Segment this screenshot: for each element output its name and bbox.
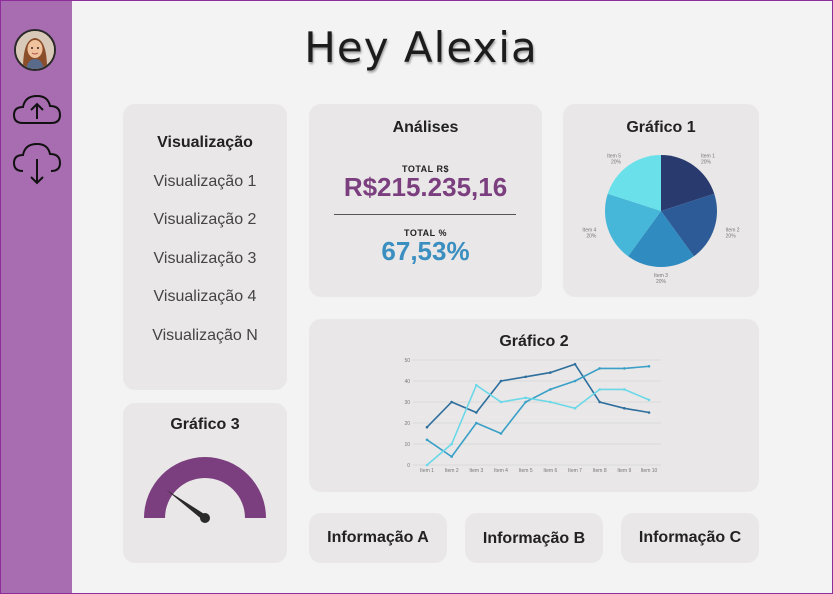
series-point — [573, 379, 577, 383]
series-point — [598, 400, 601, 404]
avatar-illustration — [16, 31, 54, 69]
series-point — [549, 371, 552, 374]
informacao-b-button[interactable]: Informação B — [465, 513, 603, 563]
x-tick-label: Item 7 — [568, 468, 582, 474]
series-point — [475, 411, 478, 414]
y-tick-label: 40 — [404, 379, 410, 385]
x-tick-label: Item 5 — [519, 468, 533, 474]
x-tick-label: Item 8 — [593, 468, 607, 474]
informacao-c-button[interactable]: Informação C — [621, 513, 759, 563]
series-line-3 — [426, 383, 650, 466]
cloud-upload-icon[interactable] — [11, 89, 63, 133]
series-point — [598, 367, 601, 370]
x-tick-label: Item 9 — [617, 468, 631, 474]
gauge-hub — [200, 513, 210, 523]
grafico3-gauge — [144, 457, 266, 523]
y-tick-label: 50 — [404, 358, 410, 364]
series-point — [623, 407, 626, 410]
y-tick-label: 20 — [404, 421, 410, 427]
sidebar — [1, 1, 72, 593]
pie-value-label: 20% — [726, 233, 737, 239]
visualizacao-item-1[interactable]: Visualização 1 — [123, 173, 287, 191]
cloud-download-icon[interactable] — [11, 141, 63, 185]
series-point — [524, 400, 527, 404]
grafico1-card: Gráfico 1 Item 1 20% Item 2 20% Item 3 20% Ite… — [563, 104, 759, 297]
gauge-arc — [144, 457, 266, 518]
series-point — [573, 362, 577, 366]
series-line-2 — [426, 365, 650, 458]
grafico2-line-chart: 0 10 20 30 40 50 Item 1 Item 2 Item 3 Item 4 Item … — [404, 358, 661, 474]
series-point — [524, 375, 527, 379]
pie-value-label: 20% — [656, 279, 667, 285]
grafico2-card: Gráfico 2 0 10 20 30 40 50 Item 1 Item 2 Item 3I… — [309, 319, 759, 492]
series-point — [450, 400, 453, 404]
visualizacao-item-2[interactable]: Visualização 2 — [123, 211, 287, 229]
series-point — [425, 463, 429, 467]
x-tick-label: Item 2 — [445, 468, 459, 474]
analises-card: Análises TOTAL R$ R$215.235,16 TOTAL % 6… — [309, 104, 542, 297]
series-point — [499, 432, 503, 435]
series-point — [475, 383, 478, 387]
total-rs-value: R$215.235,16 — [343, 172, 508, 202]
informacao-a-button[interactable]: Informação A — [309, 513, 447, 563]
grafico3-card: Gráfico 3 — [123, 403, 287, 563]
x-tick-label: Item 3 — [469, 468, 483, 474]
pie-value-label: 20% — [586, 233, 597, 239]
series-point — [549, 400, 552, 404]
visualizacao-item-4[interactable]: Visualização 4 — [123, 288, 287, 306]
series-point — [647, 398, 651, 402]
visualizacao-item-3[interactable]: Visualização 3 — [123, 250, 287, 268]
series-point — [499, 379, 503, 383]
analises-divider — [334, 214, 516, 215]
series-point — [573, 407, 577, 410]
series-point — [623, 367, 626, 370]
grafico1-pie-chart: Item 120%Item 220%Item 320%Item 420%Item… — [582, 154, 739, 285]
series-point — [499, 400, 503, 404]
y-tick-label: 0 — [407, 463, 410, 469]
avatar[interactable] — [14, 29, 56, 71]
page-title: Hey Alexia — [304, 23, 538, 72]
x-tick-label: Item 6 — [543, 468, 557, 474]
x-tick-label: Item 1 — [420, 468, 434, 474]
total-pct-value: 67,53% — [381, 236, 470, 266]
series-point — [598, 388, 601, 391]
y-tick-label: 10 — [404, 442, 410, 448]
series-point — [425, 425, 429, 429]
y-tick-label: 30 — [404, 400, 410, 406]
series-point — [647, 411, 651, 414]
series-point — [450, 442, 453, 446]
dashboard-frame: Hey Alexia Visualização Visualização 1 V… — [0, 0, 833, 594]
visualizacao-card: Visualização Visualização 1 Visualização… — [123, 104, 287, 390]
series-point — [623, 388, 626, 391]
x-tick-label: Item 10 — [641, 468, 658, 474]
series-point — [450, 455, 453, 458]
series-point — [549, 388, 552, 391]
visualizacao-title: Visualização — [157, 134, 253, 151]
series-point — [475, 421, 478, 425]
visualizacao-item-n[interactable]: Visualização N — [123, 327, 287, 345]
analises-title: Análises — [392, 119, 459, 136]
series-point — [425, 438, 429, 442]
series-point — [647, 365, 651, 368]
pie-value-label: 20% — [701, 160, 712, 166]
x-tick-label: Item 4 — [494, 468, 508, 474]
series-point — [524, 396, 527, 400]
pie-value-label: 20% — [611, 160, 622, 166]
